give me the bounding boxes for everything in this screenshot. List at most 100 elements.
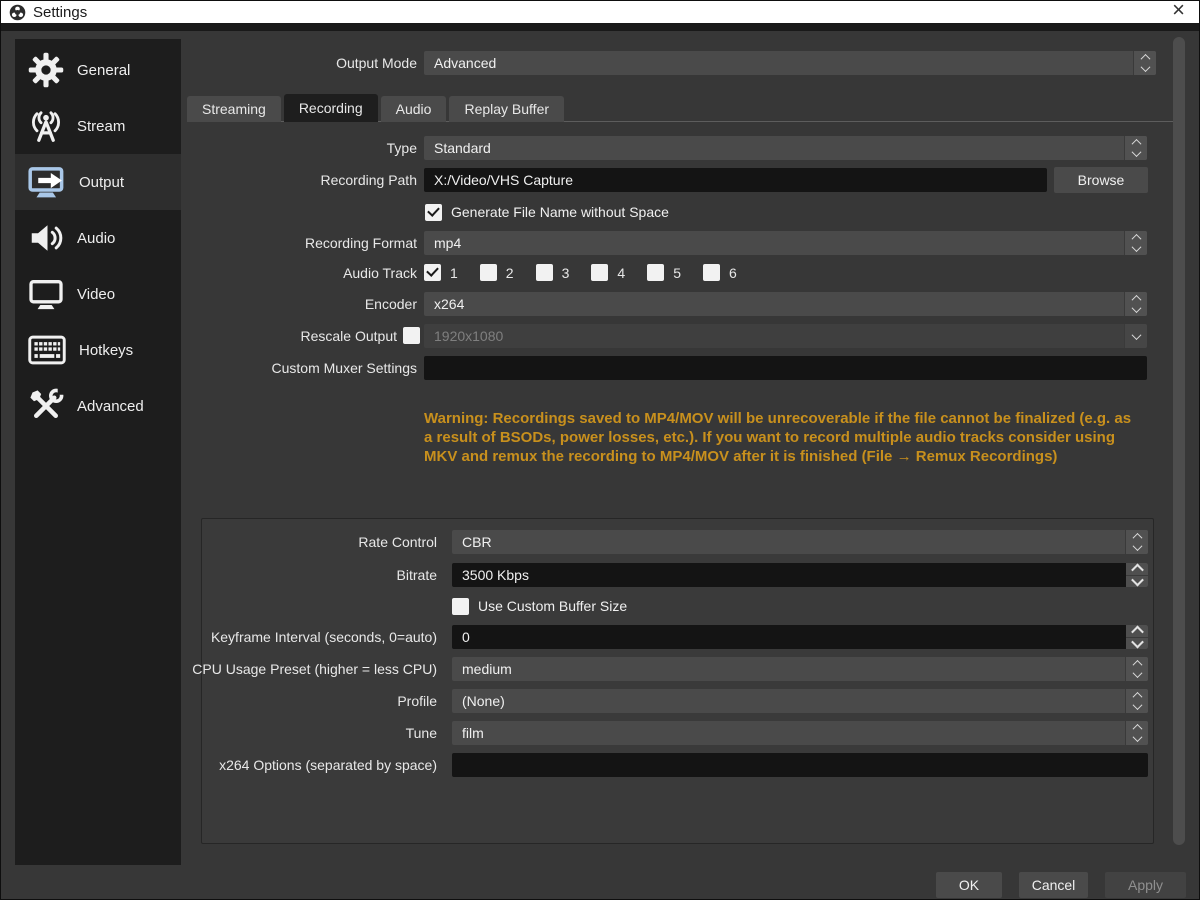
browse-button[interactable]: Browse [1054,167,1148,193]
recording-path-input[interactable]: X:/Video/VHS Capture [424,168,1047,192]
output-mode-select[interactable]: Advanced [424,51,1156,75]
chevron-down-icon [1132,732,1142,743]
spinner-arrows[interactable] [1126,563,1148,587]
scrollbar-thumb[interactable] [1173,37,1185,845]
custom-muxer-row: Custom Muxer Settings [1,356,1199,380]
keyframe-interval-input[interactable]: 0 [452,625,1148,649]
obs-logo-icon [9,4,26,20]
window-title: Settings [33,3,88,21]
custom-muxer-label: Custom Muxer Settings [271,360,418,376]
audio-track-4-checkbox[interactable] [591,264,609,281]
encoder-settings-panel: Rate Control CBR Bitrate 3500 Kbps Use C… [192,518,1154,844]
chevron-down-icon [1130,635,1144,649]
recording-format-select[interactable]: mp4 [424,231,1147,255]
encoder-row: Encoder x264 [1,292,1199,316]
tune-label: Tune [405,725,437,741]
tab-replay-buffer[interactable]: Replay Buffer [449,96,565,122]
spin-down-button[interactable] [1126,573,1148,587]
chevron-down-icon [1131,147,1141,158]
cpu-preset-label: CPU Usage Preset (higher = less CPU) [192,661,437,677]
audio-track-3-label: 3 [561,264,570,281]
settings-window: Settings × General Stream Output Audio V… [0,0,1200,900]
tune-select[interactable]: film [452,721,1148,745]
profile-select[interactable]: (None) [452,689,1148,713]
spinner-arrows[interactable] [1126,625,1148,649]
chevron-down-icon [1132,700,1142,711]
close-icon[interactable]: × [1172,1,1185,21]
audio-track-2-checkbox[interactable] [479,264,497,281]
audio-track-1-checkbox[interactable] [424,264,441,281]
profile-row: Profile (None) [202,689,1153,713]
output-mode-value: Advanced [434,55,497,71]
tab-recording[interactable]: Recording [283,94,378,122]
chevron-down-icon [1130,573,1144,587]
audio-track-6-checkbox[interactable] [702,264,720,281]
rescale-output-select[interactable]: 1920x1080 [424,324,1147,348]
recording-format-label: Recording Format [304,235,417,251]
combo-arrows[interactable] [1124,292,1147,316]
use-custom-buffer-label: Use Custom Buffer Size [478,598,628,614]
generate-no-space-row: Generate File Name without Space [425,203,669,221]
x264-options-label: x264 Options (separated by space) [219,757,437,773]
cpu-preset-select[interactable]: medium [452,657,1148,681]
mp4-warning-text: Warning: Recordings saved to MP4/MOV wil… [424,410,1132,465]
rescale-output-value: 1920x1080 [434,328,504,344]
cpu-preset-row: CPU Usage Preset (higher = less CPU) med… [192,657,1153,681]
type-row: Type Standard [1,136,1199,160]
encoder-select[interactable]: x264 [424,292,1147,316]
rescale-output-row: Rescale Output 1920x1080 [1,324,1199,348]
tab-streaming[interactable]: Streaming [187,96,281,122]
type-label: Type [386,140,417,156]
combo-arrows[interactable] [1125,721,1148,745]
output-mode-row: Output Mode Advanced [1,51,1199,75]
recording-path-row: Recording Path X:/Video/VHS Capture [1,168,1199,192]
type-value: Standard [434,140,491,156]
bitrate-row: Bitrate 3500 Kbps [202,563,1153,587]
bitrate-input[interactable]: 3500 Kbps [452,563,1148,587]
chevron-down-icon [1131,329,1141,340]
ok-button[interactable]: OK [936,872,1002,898]
combo-arrows[interactable] [1124,136,1147,160]
sidebar-item-advanced[interactable]: Advanced [15,378,181,434]
rate-control-value: CBR [462,534,492,550]
generate-no-space-checkbox[interactable] [425,203,442,221]
spin-down-button[interactable] [1126,635,1148,649]
rate-control-select[interactable]: CBR [452,530,1148,554]
output-tabs: Streaming Recording Audio Replay Buffer [187,94,565,122]
combo-arrows[interactable] [1124,231,1147,255]
generate-no-space-label: Generate File Name without Space [451,204,669,220]
x264-options-row: x264 Options (separated by space) [202,753,1153,777]
keyframe-interval-row: Keyframe Interval (seconds, 0=auto) 0 [202,625,1153,649]
rescale-output-label: Rescale Output [300,328,398,344]
recording-format-row: Recording Format mp4 [1,231,1199,255]
audio-track-5-label: 5 [673,264,681,281]
tune-value: film [462,725,484,741]
profile-label: Profile [397,693,437,709]
combo-arrows[interactable] [1133,51,1156,75]
type-select[interactable]: Standard [424,136,1147,160]
profile-value: (None) [462,693,505,709]
x264-options-input[interactable] [452,753,1148,777]
combo-arrow[interactable] [1124,324,1147,348]
tab-audio[interactable]: Audio [380,96,447,122]
rescale-output-checkbox[interactable] [403,327,420,344]
cancel-button[interactable]: Cancel [1019,872,1088,898]
apply-button[interactable]: Apply [1105,872,1186,898]
combo-arrows[interactable] [1125,689,1148,713]
keyframe-interval-label: Keyframe Interval (seconds, 0=auto) [210,629,437,645]
tune-row: Tune film [202,721,1153,745]
rate-control-label: Rate Control [358,534,437,550]
combo-arrows[interactable] [1125,657,1148,681]
custom-muxer-input[interactable] [424,356,1147,380]
use-custom-buffer-checkbox[interactable] [452,597,469,615]
chevron-down-icon [1131,303,1141,314]
audio-track-5-checkbox[interactable] [647,264,665,281]
recording-format-value: mp4 [434,235,462,251]
audio-track-row: Audio Track 1 2 3 4 5 6 [1,264,1199,282]
combo-arrows[interactable] [1125,530,1148,554]
titlebar: Settings × [1,1,1199,23]
tools-icon [30,388,64,418]
encoder-label: Encoder [364,296,417,312]
audio-track-3-checkbox[interactable] [535,264,553,281]
chevron-down-icon [1132,541,1142,552]
